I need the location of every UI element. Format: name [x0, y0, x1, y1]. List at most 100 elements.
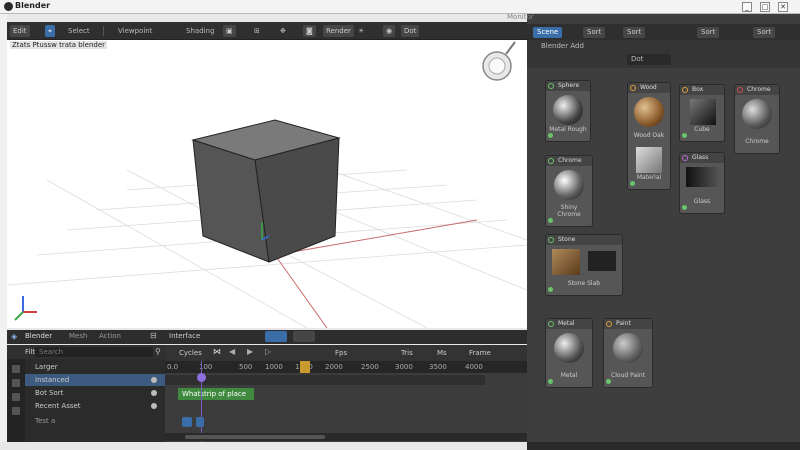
sub-label[interactable]: Blender Add — [541, 42, 584, 50]
timeline-strip[interactable]: Whatstrip of place — [178, 388, 254, 400]
timeline-track[interactable] — [165, 375, 485, 385]
render-menu[interactable]: Render — [323, 25, 354, 37]
material-node[interactable]: Chrome Shiny Chrome — [545, 155, 593, 227]
timeline-mode-label[interactable]: Cycles — [179, 349, 202, 357]
ms-label[interactable]: Ms — [437, 349, 447, 357]
camera-icon[interactable]: ◙ — [303, 25, 316, 37]
node-label: Chrome — [745, 138, 769, 145]
cube-object[interactable] — [191, 119, 341, 263]
move-icon[interactable]: ✥ — [277, 25, 289, 37]
3d-viewport[interactable]: Ztats Ptussw trata blender — [7, 40, 527, 328]
tris-label[interactable]: Tris — [401, 349, 413, 357]
output-socket[interactable] — [548, 133, 553, 138]
outliner-item[interactable]: Larger — [7, 361, 165, 373]
output-socket[interactable] — [682, 205, 687, 210]
grid-icon[interactable]: ⊞ — [251, 25, 263, 37]
material-node[interactable]: Glass Glass — [679, 152, 725, 214]
sun-icon[interactable]: ☀ — [355, 25, 367, 37]
node-header[interactable]: Chrome — [735, 85, 779, 95]
sub-field[interactable]: Dot — [627, 54, 671, 65]
output-socket[interactable] — [548, 379, 553, 384]
keyframe-icon[interactable]: ⋈ — [213, 347, 221, 356]
eye-icon[interactable] — [151, 377, 157, 383]
node-header[interactable]: Wood — [628, 83, 670, 93]
keyframe-blue-icon[interactable] — [182, 417, 192, 427]
node-header[interactable]: Metal — [546, 319, 592, 329]
node-header[interactable]: Stone — [546, 235, 622, 245]
select-tool-icon[interactable]: ⌖ — [45, 25, 55, 37]
material-preview-wood — [634, 97, 664, 127]
node-header[interactable]: Paint — [604, 319, 652, 329]
outliner-tab-action[interactable]: Action — [99, 332, 121, 340]
axis-gizmo-icon[interactable] — [14, 296, 37, 321]
timeline-scrollbar[interactable] — [165, 433, 527, 441]
edit-mode-menu[interactable]: Edit — [10, 25, 30, 37]
frame-label[interactable]: Frame — [469, 349, 491, 357]
light-object-icon[interactable] — [482, 41, 516, 81]
node-title: Stone — [558, 236, 576, 243]
output-socket[interactable] — [548, 287, 553, 292]
eye-icon[interactable] — [151, 390, 157, 396]
record-icon[interactable]: ◉ — [383, 25, 396, 37]
gutter-icon[interactable] — [12, 393, 20, 401]
output-socket[interactable] — [630, 181, 635, 186]
maximize-button[interactable]: □ — [760, 2, 770, 12]
minimize-button[interactable]: _ — [742, 2, 752, 12]
funnel-icon[interactable]: ⚲ — [155, 347, 161, 356]
filter-icon[interactable]: ⊟ — [150, 331, 157, 340]
x-ray-toggle-icon[interactable]: ▣ — [223, 25, 236, 37]
tab-sort[interactable]: Sort — [583, 27, 606, 38]
outliner-item[interactable]: Test a — [7, 415, 165, 427]
node-header[interactable]: Chrome — [546, 156, 592, 166]
outliner-item[interactable]: Recent Asset — [7, 400, 165, 412]
current-frame-marker[interactable]: 300 — [300, 361, 310, 373]
playhead-handle[interactable] — [197, 373, 206, 382]
tab-sort[interactable]: Sort — [753, 27, 776, 38]
blender-icon: ◈ — [11, 332, 18, 341]
material-node[interactable]: Box Cube — [679, 84, 725, 142]
gutter-icon[interactable] — [12, 379, 20, 387]
keyframe-blue-icon[interactable] — [196, 417, 204, 427]
shading-menu[interactable]: Shading — [183, 25, 217, 37]
outliner-item[interactable]: Bot Sort — [7, 387, 165, 399]
node-header[interactable]: Sphere — [546, 81, 590, 91]
tab-sort[interactable]: Sort — [623, 27, 646, 38]
outliner-item-label: Test a — [35, 417, 56, 425]
ruler-tick: 3500 — [429, 363, 447, 371]
play-icon[interactable]: ▶ — [247, 347, 253, 356]
tab-sort[interactable]: Sort — [697, 27, 720, 38]
material-node[interactable]: Metal Metal — [545, 318, 593, 388]
next-key-icon[interactable]: ▷ — [265, 347, 271, 356]
material-node[interactable]: Paint Cloud Paint — [603, 318, 653, 388]
node-label: Cube — [694, 126, 710, 133]
view-menu[interactable]: Viewpoint — [115, 25, 155, 37]
ruler-tick: 3000 — [395, 363, 413, 371]
outliner-item[interactable]: Instanced — [7, 374, 165, 386]
gutter-icon[interactable] — [12, 407, 20, 415]
material-node[interactable]: Sphere Metal Rough — [545, 80, 591, 142]
fps-label[interactable]: Fps — [335, 349, 347, 357]
gutter-icon[interactable] — [12, 365, 20, 373]
outliner-item-label: Bot Sort — [35, 389, 64, 397]
scrollbar-thumb[interactable] — [185, 435, 325, 439]
eye-icon[interactable] — [151, 403, 157, 409]
timeline-view-icon[interactable] — [293, 331, 315, 342]
tab-scene[interactable]: Scene — [533, 27, 563, 38]
timeline-ruler[interactable]: 0.0 100 500 1000 1500 2000 2500 3000 350… — [165, 361, 527, 373]
material-node[interactable]: Wood Wood Oak Material — [627, 82, 671, 190]
node-header[interactable]: Glass — [680, 153, 724, 163]
outliner-tab-mesh[interactable]: Mesh — [69, 332, 87, 340]
overlay-menu[interactable]: Dot — [401, 25, 420, 37]
ruler-tick: 2000 — [325, 363, 343, 371]
output-socket[interactable] — [548, 218, 553, 223]
timeline-mode-icon[interactable] — [265, 331, 287, 342]
select-menu[interactable]: Select — [65, 25, 93, 37]
material-node[interactable]: Stone Stone Slab — [545, 234, 623, 296]
close-button[interactable]: ✕ — [778, 2, 788, 12]
output-socket[interactable] — [606, 379, 611, 384]
play-reverse-icon[interactable]: ◀ — [229, 347, 235, 356]
material-node[interactable]: Chrome Chrome — [734, 84, 780, 154]
outliner-search-input[interactable] — [35, 347, 153, 357]
node-header[interactable]: Box — [680, 85, 724, 95]
output-socket[interactable] — [682, 133, 687, 138]
